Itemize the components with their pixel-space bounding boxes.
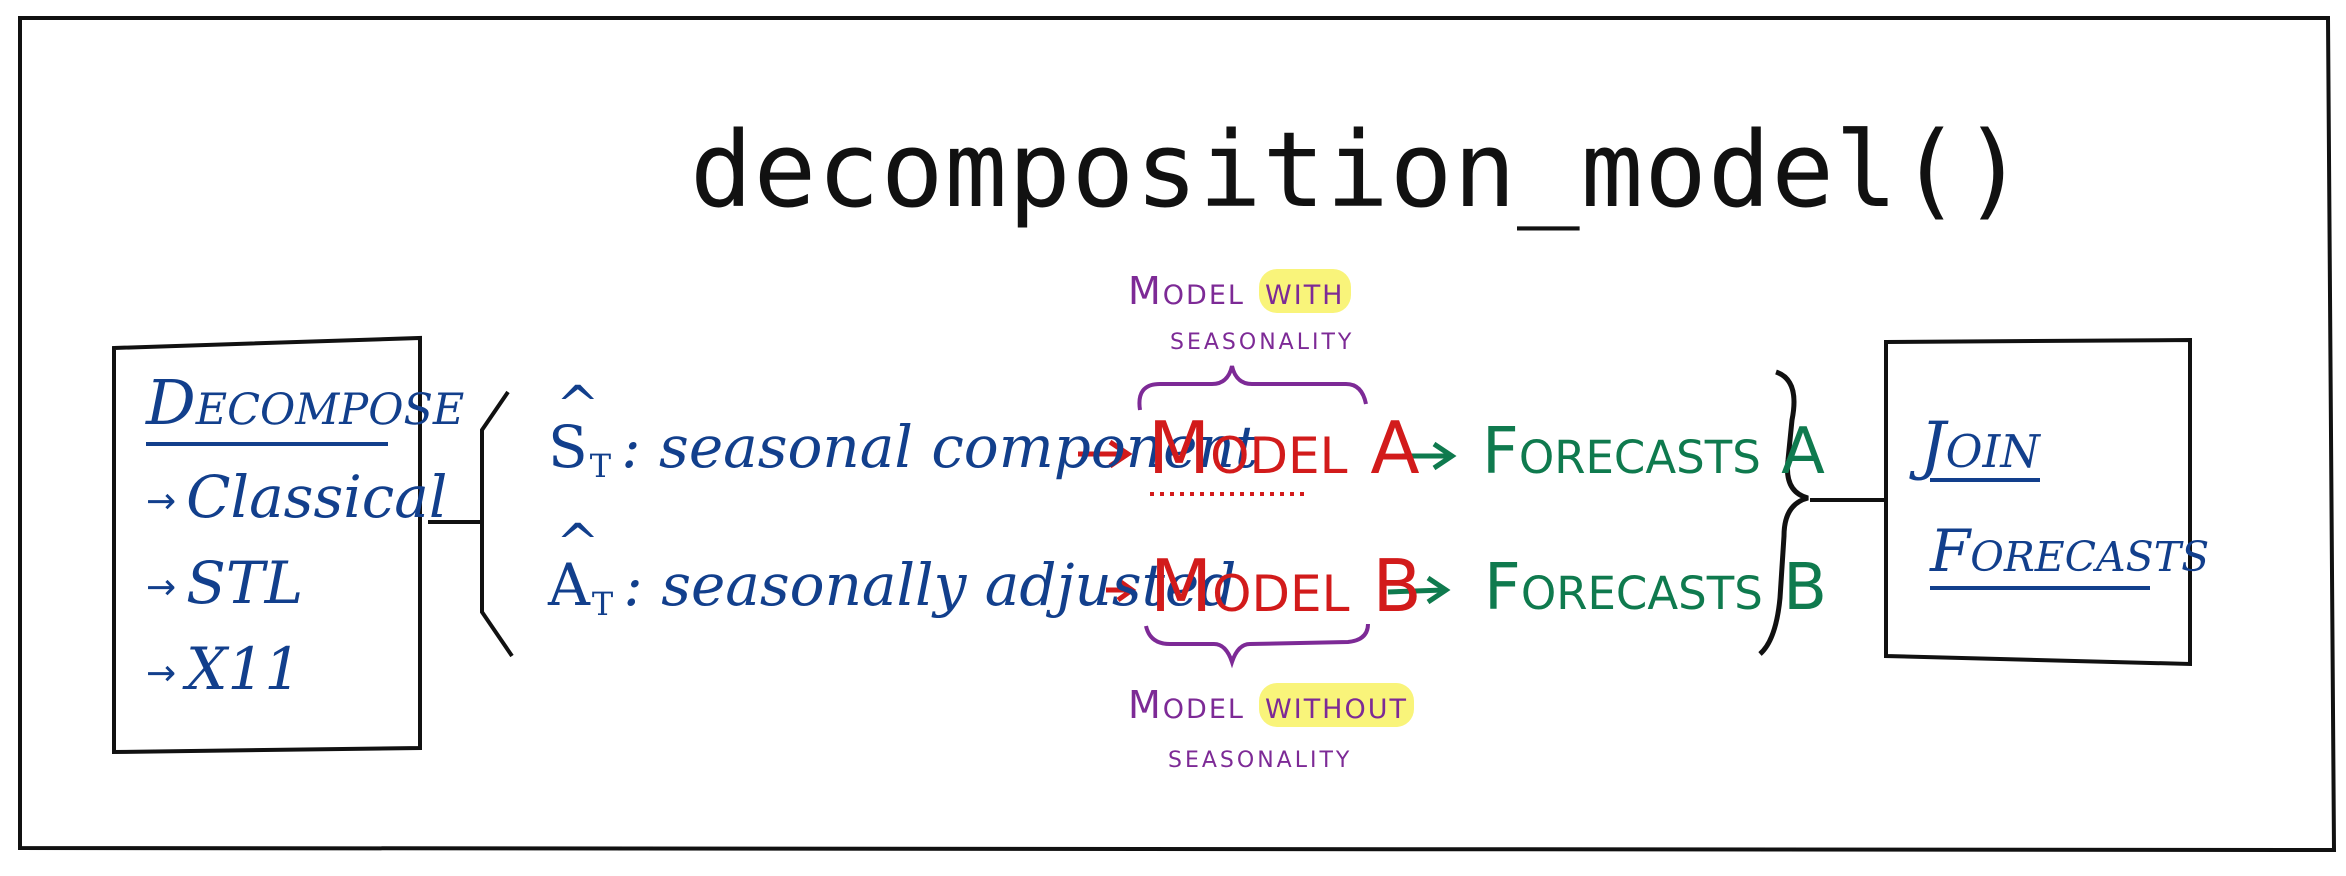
top-purple-brace (1137, 365, 1368, 411)
method-item-x11: → X11 (146, 640, 301, 698)
forecasts-b: Forecasts B (1484, 551, 1828, 625)
bottom-purple-brace (1144, 623, 1370, 669)
s-hat-symbol: S (548, 380, 599, 476)
decompose-heading: Decompose (146, 366, 465, 439)
method-item-stl: → STL (146, 554, 303, 612)
diagram-canvas: decomposition_model() Decompose → Classic… (0, 0, 2346, 876)
annotation-text: Model (1128, 683, 1245, 727)
left-bracket (480, 390, 514, 658)
diagram-title: decomposition_model() (690, 109, 2026, 231)
bullet-arrow-icon: → (146, 566, 177, 608)
bullet-arrow-icon: → (146, 652, 177, 694)
highlighted-word: with (1259, 269, 1351, 313)
method-label: Classical (186, 463, 448, 531)
a-hat-symbol: A (548, 518, 599, 614)
method-item-classical: → Classical (146, 468, 447, 526)
join-box (1884, 337, 2192, 667)
bottom-annotation-line1: Model without (1128, 683, 1414, 727)
forecasts-a: Forecasts A (1482, 415, 1825, 489)
bullet-arrow-icon: → (146, 480, 177, 522)
top-annotation-line1: Model with (1128, 269, 1351, 313)
model-a: Model A (1148, 406, 1420, 490)
method-label: STL (186, 549, 304, 617)
model-b: Model B (1150, 544, 1422, 628)
join-heading: Join (1920, 409, 2040, 483)
subscript-t: T (591, 585, 614, 623)
subscript-t: T (589, 447, 612, 485)
forecasts-heading: Forecasts (1930, 517, 2210, 585)
bottom-annotation-line2: seasonality (1168, 737, 1353, 775)
method-label: X11 (186, 635, 302, 703)
seasonally-adjusted-row: AT: seasonally adjusted (548, 518, 1236, 623)
highlighted-word: without (1259, 683, 1414, 727)
annotation-text: Model (1128, 269, 1245, 313)
seasonally-adjusted-label: : seasonally adjusted (623, 551, 1237, 619)
top-annotation-line2: seasonality (1170, 319, 1355, 357)
